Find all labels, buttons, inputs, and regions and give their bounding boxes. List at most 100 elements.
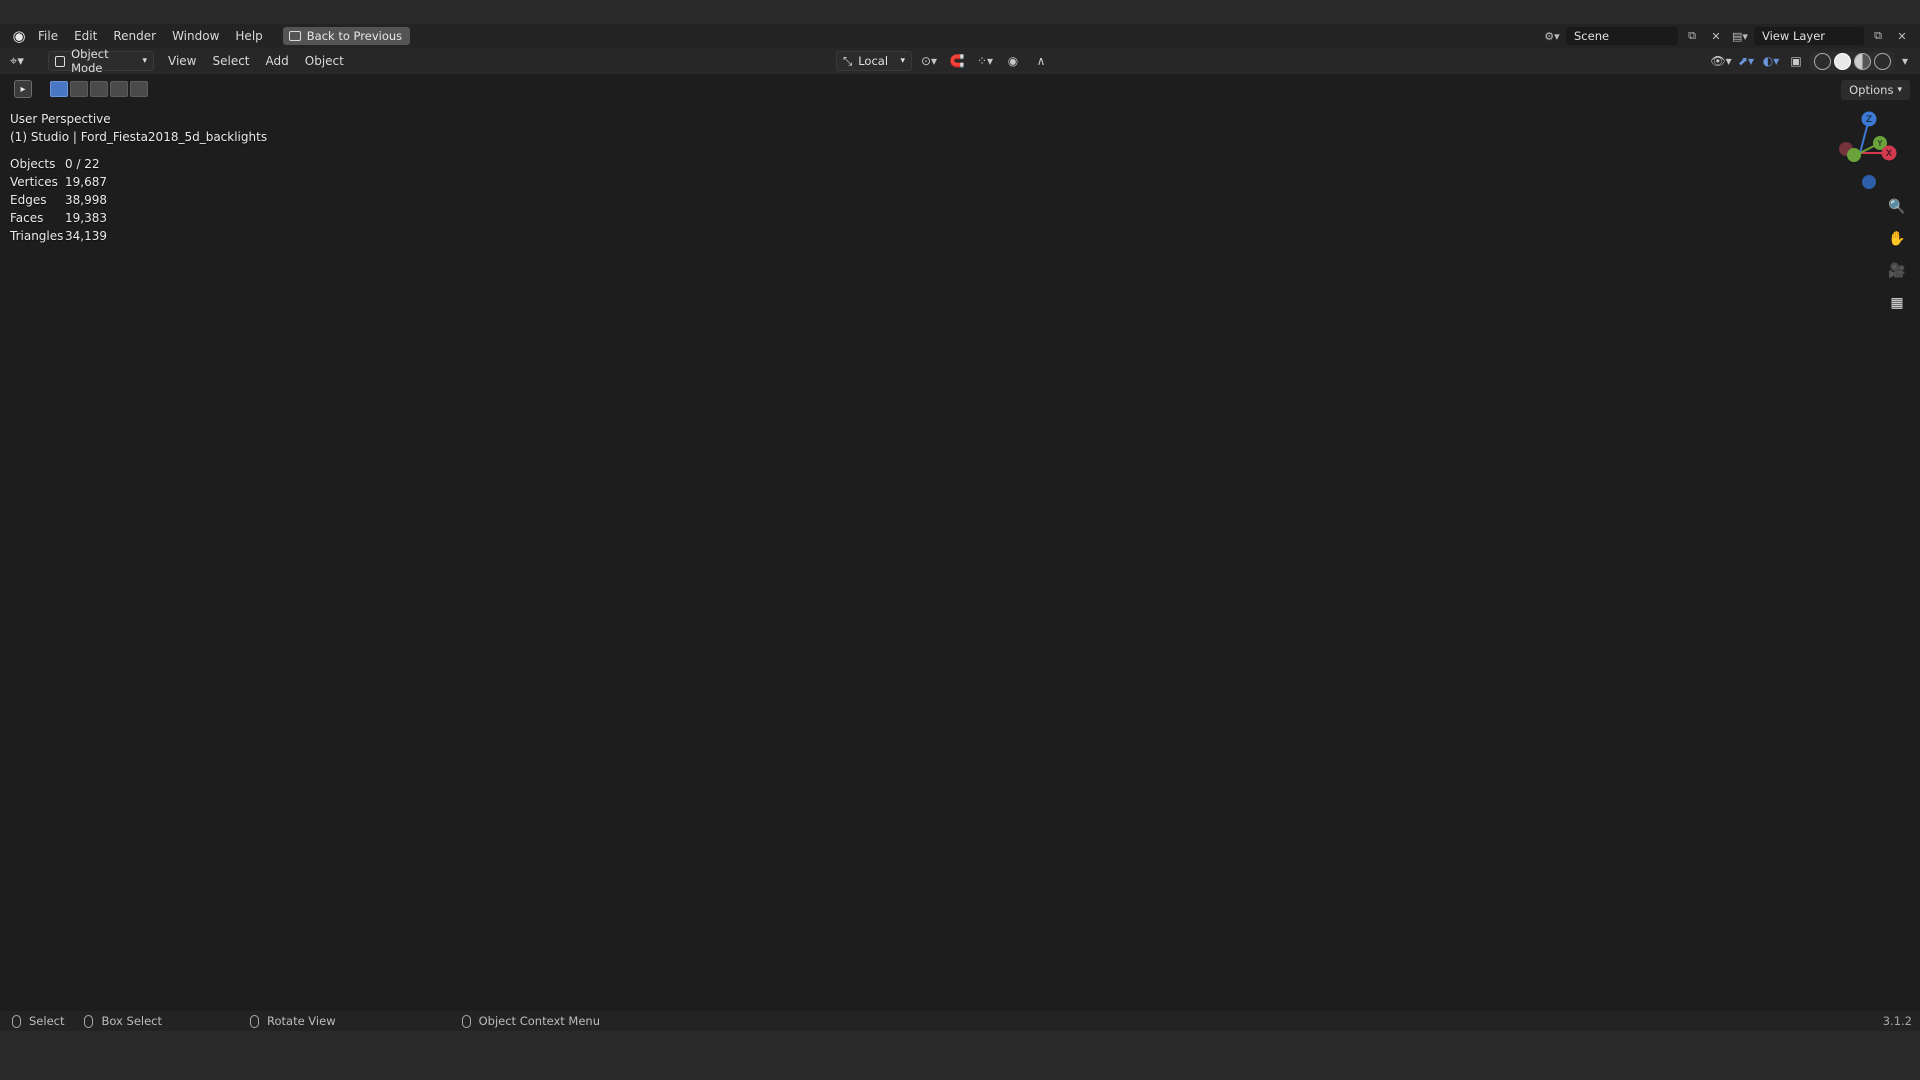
view-layer-field[interactable]: View Layer	[1754, 27, 1864, 45]
chevron-down-icon: ▾	[142, 56, 147, 66]
lamp-icon	[1454, 146, 1478, 170]
gizmo-toggle-icon[interactable]: ⬈▾	[1735, 51, 1757, 71]
stat-label: Edges	[10, 193, 47, 207]
y-axis-label: Y	[1877, 139, 1883, 148]
status-box-select-label: Box Select	[101, 1014, 162, 1028]
pivot-point-icon[interactable]: ⊙▾	[918, 51, 940, 71]
menu-file[interactable]: File	[30, 24, 66, 48]
shading-options-icon[interactable]: ▾	[1898, 51, 1912, 71]
select-invert-icon[interactable]	[110, 81, 128, 97]
material-shading-icon[interactable]	[1854, 52, 1871, 70]
menu-window[interactable]: Window	[164, 24, 227, 48]
snap-target-icon[interactable]: ⁘▾	[974, 51, 996, 71]
editor-type-icon[interactable]: ⌖▾	[10, 51, 40, 71]
options-dropdown[interactable]: Options ▾	[1841, 80, 1910, 100]
menu-add[interactable]: Add	[258, 48, 297, 74]
menu-select[interactable]: Select	[204, 48, 257, 74]
new-scene-icon[interactable]: ⧉	[1682, 27, 1702, 45]
solid-shading-icon[interactable]	[1834, 52, 1851, 70]
mode-label: Object Mode	[71, 47, 109, 75]
3d-viewport[interactable]	[0, 48, 1920, 1011]
front-wheel	[1009, 610, 1211, 896]
menu-render[interactable]: Render	[105, 24, 164, 48]
stat-value: 0 / 22	[65, 157, 100, 171]
window-bottom-strip	[0, 1031, 1920, 1080]
options-label: Options	[1849, 83, 1894, 97]
xray-toggle-icon[interactable]: ▣	[1785, 51, 1807, 71]
orientation-label: Local	[858, 54, 889, 68]
studio-floor	[0, 526, 1920, 1011]
mouse-middle-icon	[250, 1014, 259, 1028]
viewport-shading-controls: 👁▾ ⬈▾ ◐▾ ▣ ▾	[1710, 51, 1912, 71]
transform-controls: ⤡ Local ▾ ⊙▾ 🧲 ⁘▾ ◉ ∧	[836, 51, 1052, 71]
x-axis-label: X	[1886, 149, 1892, 159]
select-tool-icon[interactable]: ▸	[14, 80, 32, 98]
version-label: 3.1.2	[1882, 1014, 1912, 1028]
viewport-info: User Perspective (1) Studio | Ford_Fiest…	[10, 110, 267, 146]
status-context-label: Object Context Menu	[478, 1014, 600, 1028]
rear-wheel	[1336, 524, 1414, 682]
zoom-icon[interactable]: 🔍	[1884, 194, 1910, 220]
select-intersect-icon[interactable]	[130, 81, 148, 97]
back-to-previous-button[interactable]: Back to Previous	[282, 27, 411, 45]
stat-label: Triangles	[10, 229, 64, 243]
topbar-right: ⚙▾ Scene ⧉ ✕ ▤▾ View Layer ⧉ ✕	[1542, 24, 1912, 48]
car-model	[380, 245, 1420, 896]
scene-field[interactable]: Scene	[1566, 27, 1678, 45]
neg-y-axis-icon[interactable]	[1847, 148, 1861, 162]
delete-view-layer-icon[interactable]: ✕	[1892, 27, 1912, 45]
ortho-grid-icon[interactable]: ▦	[1884, 290, 1910, 316]
view-layer-browse-icon[interactable]: ▤▾	[1730, 27, 1750, 45]
status-context: Object Context Menu	[461, 1014, 600, 1028]
pan-hand-icon[interactable]: ✋	[1884, 226, 1910, 252]
menu-edit[interactable]: Edit	[66, 24, 105, 48]
3d-cursor-icon	[990, 675, 1010, 695]
rendered-shading-icon[interactable]	[1874, 52, 1891, 70]
floor-grid	[0, 127, 1920, 549]
stat-row: Faces 19,383	[10, 209, 107, 227]
menu-object[interactable]: Object	[297, 48, 352, 74]
stat-label: Faces	[10, 211, 44, 225]
menu-help[interactable]: Help	[227, 24, 270, 48]
falloff-icon[interactable]: ∧	[1030, 51, 1052, 71]
shading-mode-group	[1810, 51, 1895, 71]
back-to-previous-label: Back to Previous	[306, 29, 403, 43]
delete-scene-icon[interactable]: ✕	[1706, 27, 1726, 45]
stat-value: 19,687	[65, 175, 107, 189]
overlays-icon[interactable]: ◐▾	[1760, 51, 1782, 71]
object-mode-icon	[55, 55, 66, 67]
select-new-icon[interactable]	[50, 81, 68, 97]
select-extend-icon[interactable]	[70, 81, 88, 97]
wireframe-shading-icon[interactable]	[1814, 52, 1831, 70]
navigation-gizmo[interactable]: Y Z X	[1820, 108, 1900, 198]
scene-browse-icon[interactable]: ⚙▾	[1542, 27, 1562, 45]
navigation-tools: 🔍 ✋ 🎥 ▦	[1884, 194, 1910, 316]
status-select-label: Select	[29, 1014, 65, 1028]
active-object-label: (1) Studio | Ford_Fiesta2018_5d_backligh…	[10, 130, 268, 144]
status-rotate: Rotate View	[250, 1014, 336, 1028]
orientation-icon: ⤡	[843, 53, 853, 68]
perspective-label: User Perspective	[10, 112, 111, 126]
new-view-layer-icon[interactable]: ⧉	[1868, 27, 1888, 45]
mode-selector[interactable]: Object Mode ▾	[48, 47, 154, 75]
visibility-icon[interactable]: 👁▾	[1710, 51, 1732, 71]
stat-label: Vertices	[10, 175, 58, 189]
stat-row: Vertices 19,687	[10, 173, 107, 191]
menu-view[interactable]: View	[160, 48, 204, 74]
viewport-background	[0, 48, 1920, 1011]
proportional-edit-icon[interactable]: ◉	[1002, 51, 1024, 71]
neg-z-axis-icon[interactable]	[1862, 175, 1876, 189]
scene-statistics: Objects 0 / 22 Vertices 19,687 Edges 38,998…	[10, 155, 107, 245]
tool-settings-bar: ▸ Options ▾	[0, 74, 1920, 104]
transform-orientation-dropdown[interactable]: ⤡ Local ▾	[836, 51, 912, 71]
view-layer-name: View Layer	[1762, 29, 1826, 43]
status-rotate-label: Rotate View	[267, 1014, 336, 1028]
select-subtract-icon[interactable]	[90, 81, 108, 97]
mouse-left-icon	[12, 1014, 21, 1028]
blender-logo-icon[interactable]: ◉	[8, 25, 30, 47]
snap-toggle-icon[interactable]: 🧲	[946, 51, 968, 71]
chevron-down-icon: ▾	[900, 56, 905, 66]
camera-view-icon[interactable]: 🎥	[1884, 258, 1910, 284]
floor-edge	[0, 877, 591, 901]
status-select: Select	[12, 1014, 64, 1028]
